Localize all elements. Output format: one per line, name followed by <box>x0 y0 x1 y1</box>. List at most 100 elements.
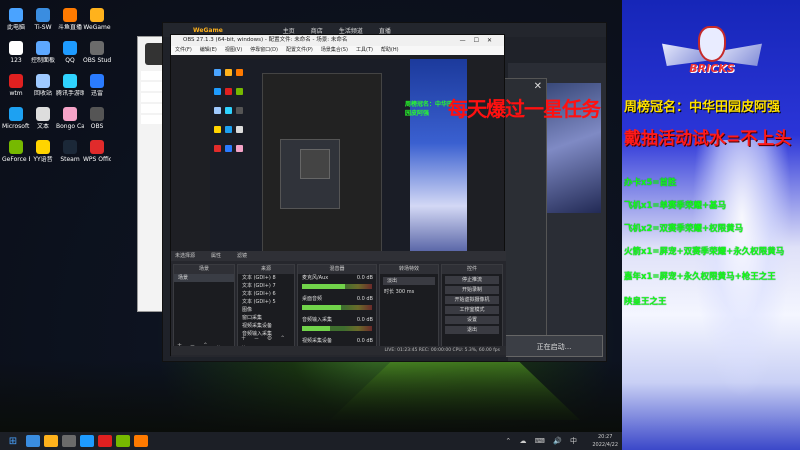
taskbar-app-icon[interactable] <box>80 435 94 447</box>
studio-mode-button[interactable]: 工作室模式 <box>445 306 499 314</box>
app-icon <box>90 41 104 55</box>
desktop-icon[interactable]: 控制面板 <box>29 41 57 64</box>
reward-line: 飞机x1=单赛季荣耀+基马 <box>624 201 727 211</box>
clock-date: 2022/4/22 <box>592 442 618 448</box>
source-item[interactable]: 视频采集设备 <box>238 322 294 330</box>
app-icon <box>9 107 23 121</box>
desktop-icon[interactable]: 文本 <box>29 107 57 130</box>
desktop-icon[interactable]: GeForce Experience <box>2 140 30 163</box>
scenes-header: 场景 <box>174 265 234 274</box>
app-icon <box>36 8 50 22</box>
desktop-icon-label: WPS Office <box>83 156 111 163</box>
channel-name: 视频采集设备 <box>302 338 333 344</box>
desktop-icon-label: wtm <box>9 90 23 97</box>
source-item[interactable]: 图像 <box>238 306 294 314</box>
obs-preview[interactable]: 周榜冠名：中华田园皮阿强 <box>210 59 467 279</box>
app-icon <box>9 74 23 88</box>
app-icon <box>63 140 77 154</box>
desktop-icon[interactable]: OBS <box>83 107 111 130</box>
app-icon <box>9 8 23 22</box>
window-controls[interactable]: —☐✕ <box>460 35 500 46</box>
source-item[interactable]: 文本 (GDI+) 7 <box>238 282 294 290</box>
desktop-icon-label: 此电脑 <box>6 24 25 31</box>
volume-meter[interactable] <box>302 284 372 289</box>
exit-button[interactable]: 退出 <box>445 326 499 334</box>
duration-field[interactable]: 时长 300 ms <box>380 288 438 296</box>
tab-filters[interactable]: 滤镜 <box>237 251 247 261</box>
taskbar-app-icon[interactable] <box>116 435 130 447</box>
desktop-icon[interactable]: OBS Studio <box>83 41 111 64</box>
app-icon <box>9 140 23 154</box>
start-icon[interactable]: ⊞ <box>4 436 22 447</box>
channel-name: 麦克风/Aux <box>302 275 329 281</box>
taskbar-app-icon[interactable] <box>98 435 112 447</box>
desktop-icon[interactable]: 123 <box>2 41 30 64</box>
volume-meter[interactable] <box>302 326 372 331</box>
stop-stream-button[interactable]: 停止推流 <box>445 276 499 284</box>
taskbar: ⊞ ⌃ ☁ ⌨ 🔊 中 20:27 2022/4/22 <box>0 432 622 450</box>
desktop-icon-label: 控制面板 <box>30 57 55 64</box>
desktop-icon[interactable]: Steam <box>56 140 84 163</box>
reward-line: 飞机x2=双赛季荣耀+权限黄马 <box>624 224 744 234</box>
transition-select[interactable]: 淡出 <box>383 277 435 285</box>
virtual-camera-button[interactable]: 开始虚拟摄像机 <box>445 296 499 304</box>
no-source-label: 未选择源 <box>175 253 196 259</box>
desktop-icon[interactable]: WeGame <box>83 8 111 31</box>
menu-file[interactable]: 文件(F) <box>175 46 192 55</box>
taskbar-app-icon[interactable] <box>134 435 148 447</box>
menu-view[interactable]: 视图(V) <box>225 46 242 55</box>
stream-overlay-panel: BRICKS 周榜冠名：中华田园皮阿强 戴抽活动试水=不上头 办卡x5=首胜 飞… <box>622 0 800 450</box>
menu-tools[interactable]: 工具(T) <box>356 46 373 55</box>
desktop-icon-label: QQ <box>65 57 75 64</box>
desktop-icon[interactable]: Bongo Cat <box>56 107 84 130</box>
clock[interactable]: 20:27 2022/4/22 <box>592 433 618 449</box>
menu-scene-collection[interactable]: 场景集合(S) <box>321 46 348 55</box>
close-icon[interactable]: ✕ <box>534 81 542 92</box>
settings-button[interactable]: 设置 <box>445 316 499 324</box>
app-icon <box>90 74 104 88</box>
wegame-logo: WeGame <box>193 26 223 34</box>
obs-menubar: 文件(F) 编辑(E) 视图(V) 停靠窗口(D) 配置文件(P) 场景集合(S… <box>171 46 504 55</box>
desktop-icon-label: 迅雷 <box>90 90 103 97</box>
source-item[interactable]: 文本 (GDI+) 8 <box>238 274 294 282</box>
desktop-icon-label: YY语音 <box>33 156 53 163</box>
taskbar-app-icon[interactable] <box>26 435 40 447</box>
weekly-sponsor-text: 周榜冠名：中华田园皮阿强 <box>624 100 781 115</box>
app-icon <box>63 41 77 55</box>
desktop-icon[interactable]: 回收站 <box>29 74 57 97</box>
menu-edit[interactable]: 编辑(E) <box>200 46 217 55</box>
source-item[interactable]: 窗口采集 <box>238 314 294 322</box>
desktop-icon-label: 斗鱼直播 <box>57 24 82 31</box>
channel-db: 0.0 dB <box>356 338 373 344</box>
source-item[interactable]: 文本 (GDI+) 5 <box>238 298 294 306</box>
menu-help[interactable]: 帮助(H) <box>381 46 399 55</box>
desktop-icon[interactable]: 斗鱼直播 <box>56 8 84 31</box>
desktop-icon[interactable]: WPS Office <box>83 140 111 163</box>
tray-icons[interactable]: ⌃ ☁ ⌨ 🔊 中 <box>505 436 580 446</box>
taskbar-app-icon[interactable] <box>44 435 58 447</box>
taskbar-app-icon[interactable] <box>62 435 76 447</box>
menu-docks[interactable]: 停靠窗口(D) <box>250 46 278 55</box>
desktop-icon[interactable]: wtm <box>2 74 30 97</box>
channel-db: 0.0 dB <box>356 275 373 281</box>
source-item[interactable]: 文本 (GDI+) 6 <box>238 290 294 298</box>
tab-properties[interactable]: 属性 <box>211 251 221 261</box>
obs-docks: 未选择源 属性 滤镜 场景 场景 + − ⌃ ⌄ 来源 文本 (GDI+) 8 … <box>171 251 506 357</box>
menu-profile[interactable]: 配置文件(P) <box>286 46 313 55</box>
start-recording-button[interactable]: 开始录制 <box>445 286 499 294</box>
obs-titlebar: OBS 27.1.3 (64-bit, windows) - 配置文件: 未命名… <box>171 35 504 46</box>
window-title: OBS 27.1.3 (64-bit, windows) - 配置文件: 未命名… <box>183 37 348 43</box>
desktop-icon[interactable]: 迅雷 <box>83 74 111 97</box>
volume-meter[interactable] <box>302 305 372 310</box>
desktop-icon[interactable]: 腾讯手游助手 <box>56 74 84 97</box>
sources-dock: 来源 文本 (GDI+) 8 文本 (GDI+) 7 文本 (GDI+) 6 文… <box>237 264 295 352</box>
desktop-icon[interactable]: QQ <box>56 41 84 64</box>
desktop-icon[interactable]: Microsoft Edge <box>2 107 30 130</box>
desktop-icon[interactable]: YY语音 <box>29 140 57 163</box>
starting-button[interactable]: 正在启动... <box>505 335 603 357</box>
desktop-icon[interactable]: Ti-SW <box>29 8 57 31</box>
app-icon <box>90 107 104 121</box>
scene-item[interactable]: 场景 <box>174 274 234 282</box>
taskbar-apps <box>22 435 148 447</box>
desktop-icon[interactable]: 此电脑 <box>2 8 30 31</box>
